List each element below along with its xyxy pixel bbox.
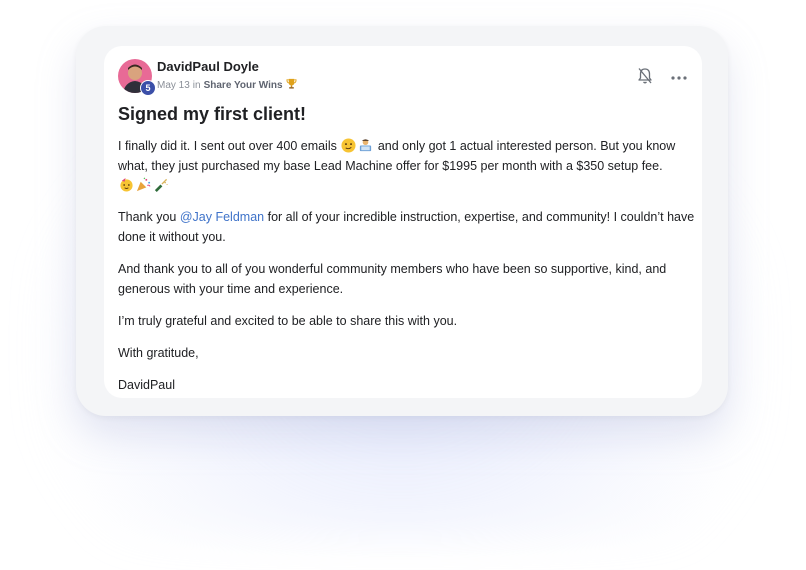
paragraph-2-text-a: Thank you [118,210,177,225]
author-name[interactable]: DavidPaul Doyle [157,59,259,74]
paragraph-4: I’m truly grateful and excited to be abl… [118,313,458,328]
paragraph-1: I finally did it. I sent out over 400 em… [118,137,696,196]
post-category[interactable]: Share Your Wins [204,80,283,91]
paragraph-6: DavidPaul [118,377,175,392]
mention-link[interactable]: @Jay Feldman [180,210,264,224]
post-meta: May 13 in Share Your Wins [157,78,297,92]
paragraph-3: And thank you to all of you wonderful co… [118,261,667,296]
party-face-icon [119,177,134,192]
level-badge: 5 [140,80,156,96]
paragraph-2: Thank you @Jay Feldman for all of your i… [118,208,696,247]
post-body: I finally did it. I sent out over 400 em… [118,137,696,398]
party-popper-icon [136,177,151,192]
post-card: 5 DavidPaul Doyle May 13 in Share Your W… [104,46,702,398]
smirk-face-icon [341,138,356,153]
more-icon[interactable] [670,70,688,80]
post-date: May 13 [157,79,190,91]
bell-icon[interactable] [637,67,653,85]
person-laptop-icon [358,138,373,153]
champagne-icon [153,177,168,193]
trophy-icon [286,78,297,92]
paragraph-5: With gratitude, [118,345,199,360]
in-label: in [192,79,201,91]
paragraph-1-text-a: I finally did it. I sent out over 400 em… [118,139,337,153]
author-avatar[interactable]: 5 [118,59,156,96]
post-title: Signed my first client! [118,104,307,124]
